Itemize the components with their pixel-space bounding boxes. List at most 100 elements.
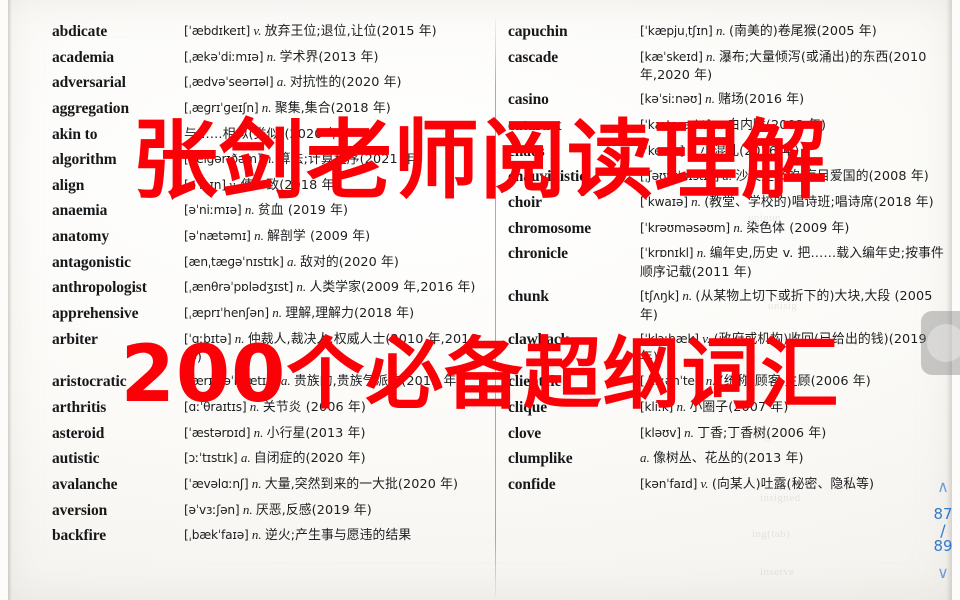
entry-definition: 理解,理解力(2018 年) [285,306,415,322]
entry-ipa: [ˈklɔːbæk] [640,331,699,346]
entry-headword: choir [508,193,542,211]
dictionary-entry: akin to 与……相似(类似)(2020 年) [52,125,492,145]
entry-definition: (南美的)卷尾猴(2005 年) [729,24,877,39]
dictionary-entry: clientele [ˌkliːənˈtel] n. (统称)顾客,主顾(200… [508,372,948,392]
entry-ipa: [ˌærɪstəˈkrætɪk] [184,374,278,389]
dictionary-entry: algorithm [ˈælɡərɪðəm] n. 算法;计算程序(2021 年… [52,150,492,170]
entry-pos: n. [733,219,744,235]
dictionary-entry: clawback [ˈklɔːbæk] v. (政府或机构)收回(已给出的钱)(… [508,330,948,367]
entry-headword: chunk [508,287,549,305]
entry-ipa: [ˈælɡərɪðəm] [184,152,262,167]
entry-ipa: [ænˌtæɡəˈnɪstɪk] [184,254,284,269]
entry-definition: 解剖学 (2009 年) [267,229,371,245]
entry-ipa: [kliːk] [640,400,674,415]
entry-ipa: [ˈkwaɪə] [640,194,688,209]
entry-definition: 贵族的,贵族气派的(2015 年) [293,374,462,390]
entry-gloss: [ɔːˈtɪstɪk] a. 自闭症的(2020 年) [184,449,492,468]
entry-gloss: [ˈævəlɑːnʃ] n. 大量,突然到来的一大批(2020 年) [184,475,492,494]
entry-gloss: [ˌæɡrɪˈɡeɪʃn] n. 聚集,集合(2018 年) [184,99,492,118]
dictionary-entry: apprehensive [ˌæprɪˈhenʃən] n. 理解,理解力(20… [52,304,492,324]
entry-headword: aggregation [52,99,129,117]
dictionary-entry: clique [kliːk] n. 小圈子(2007 年) [508,398,948,418]
entry-headword: aristocratic [52,373,127,391]
entry-headword: casino [508,91,549,109]
entry-headword: cataract [508,117,562,135]
entry-ipa: [ˌænθrəˈpɒlədʒɪst] [184,280,294,295]
entry-definition: 算法;计算程序(2021 年) [277,152,420,168]
entry-definition: 关节炎 (2006 年) [262,400,366,416]
entry-headword: akin to [52,125,98,143]
entry-gloss: [ˈkrəʊməsəʊm] n. 染色体 (2009 年) [640,219,948,238]
entry-definition: (统称)顾客,主顾(2006 年) [718,374,871,390]
dictionary-entry: autistic [ɔːˈtɪstɪk] a. 自闭症的(2020 年) [52,449,492,469]
dictionary-entry: asteroid [ˈæstərɒɪd] n. 小行星(2013 年) [52,424,492,444]
dictionary-entry: chauvinistic [ˌʃəʊvɪˈnɪstɪk] a. 沙文主义的,盲目… [508,167,948,187]
entry-ipa: [ˈkeɪɒs] [640,143,684,158]
chevron-down-icon[interactable]: ∨ [937,565,949,582]
entry-ipa: [ˈævəlɑːnʃ] [184,477,249,491]
entry-pos: n. [272,305,282,321]
entry-pos: v. [229,176,238,192]
entry-headword: align [52,176,85,194]
dictionary-entry: cataract [ˈkætərækt] n. 白内障(2003 年) [508,116,948,136]
entry-pos: n. [251,527,262,543]
entry-gloss: [ˌækəˈdiːmɪə] n. 学术界(2013 年) [184,48,492,67]
entry-definition: 使一致(2018 年) [240,177,340,193]
entry-pos: n. [684,424,694,440]
dictionary-entry: anthropologist [ˌænθrəˈpɒlədʒɪst] n. 人类学… [52,278,492,298]
entry-ipa: [əˈvɜːʃən] [184,502,240,517]
page-separator: / [940,521,946,540]
entry-gloss: [kənˈfaɪd] v. (向某人)吐露(秘密、隐私等) [640,475,948,494]
entry-gloss: [ˈklɔːbæk] v. (政府或机构)收回(已给出的钱)(2019 年) [640,330,948,367]
entry-pos: n. [266,48,277,64]
floating-control-knob-icon [927,324,960,362]
entry-ipa: [ˌæɡrɪˈɡeɪʃn] [184,100,259,115]
entry-gloss: [kæˈskeɪd] n. 瀑布;大量倾泻(或涌出)的东西(2010 年,202… [640,48,948,85]
entry-pos: a. [276,74,287,90]
entry-ipa: [ˌædvəˈseərɪəl] [184,75,274,90]
dictionary-entry: backfire [ˌbækˈfaɪə] n. 逆火;产生事与愿违的结果 [52,526,492,546]
entry-gloss: a. 像树丛、花丛的(2013 年) [640,449,948,468]
entry-ipa: [ˈkætərækt] [640,118,711,133]
document-viewer[interactable]: unigun unisig lingn insigned ing(tab) in… [0,0,960,600]
dictionary-entry: capuchin [ˈkæpjuˌtʃɪn] n. (南美的)卷尾猴(2005 … [508,22,948,42]
entry-definition: 丁香;丁香树(2006 年) [697,425,827,441]
entry-definition: 人类学家(2009 年,2016 年) [309,280,476,296]
dictionary-entry: chronicle [ˈkrɒnɪkl] n. 编年史,历史 v. 把……载入编… [508,244,948,281]
entry-definition: 小圈子(2007 年) [689,400,789,416]
entry-pos: n. [253,424,264,440]
entry-pos: n. [705,91,715,107]
entry-gloss: [ˈæbdɪkeɪt] v. 放弃王位;退位,让位(2015 年) [184,22,492,41]
dictionary-entry: cascade [kæˈskeɪd] n. 瀑布;大量倾泻(或涌出)的东西(20… [508,48,948,85]
entry-gloss: [ˌkliːənˈtel] n. (统称)顾客,主顾(2006 年) [640,372,948,391]
entry-definition: 贫血 (2019 年) [257,203,349,219]
entry-headword: clumplike [508,450,573,468]
entry-pos: n. [251,476,262,491]
entry-headword: clique [508,399,548,417]
page-navigator[interactable]: ∧ 87 / 89 ∨ [928,479,958,582]
entry-headword: clientele [508,373,562,391]
entry-headword: capuchin [508,23,568,40]
entry-ipa: [ˈkrɒnɪkl] [640,246,694,261]
floating-control-button[interactable] [921,311,960,375]
entry-definition: 赌场(2016 年) [718,92,805,108]
entry-gloss: [ˈæstərɒɪd] n. 小行星(2013 年) [184,424,492,443]
chevron-up-icon[interactable]: ∧ [937,479,949,496]
entry-pos: n. [691,193,701,209]
entry-pos: n. [715,23,726,38]
entry-gloss: [kləʊv] n. 丁香;丁香树(2006 年) [640,424,948,443]
entry-headword: clawback [508,330,570,348]
entry-definition: 聚集,集合(2018 年) [274,100,391,116]
dictionary-entry: casino [kəˈsiːnəʊ] n. 赌场(2016 年) [508,90,948,110]
entry-gloss: [əˈniːmɪə] n. 贫血 (2019 年) [184,201,492,220]
dictionary-entry: choir [ˈkwaɪə] n. (教堂、学校的)唱诗班;唱诗席(2018 年… [508,193,948,213]
dictionary-entry: adversarial [ˌædvəˈseərɪəl] a. 对抗性的(2020… [52,73,492,93]
dictionary-entry: chunk [tʃʌŋk] n. (从某物上切下或折下的)大块,大段 (2005… [508,287,948,324]
column-divider [495,18,496,596]
dictionary-entry: antagonistic [ænˌtæɡəˈnɪstɪk] a. 敌对的(202… [52,253,492,273]
dictionary-entry: arthritis [ɑːˈθraɪtɪs] n. 关节炎 (2006 年) [52,398,492,418]
entry-pos: n. [242,501,253,517]
entry-gloss: [ˈælɡərɪðəm] n. 算法;计算程序(2021 年) [184,150,492,169]
entry-pos: n. [687,142,698,158]
entry-headword: aversion [52,501,108,519]
